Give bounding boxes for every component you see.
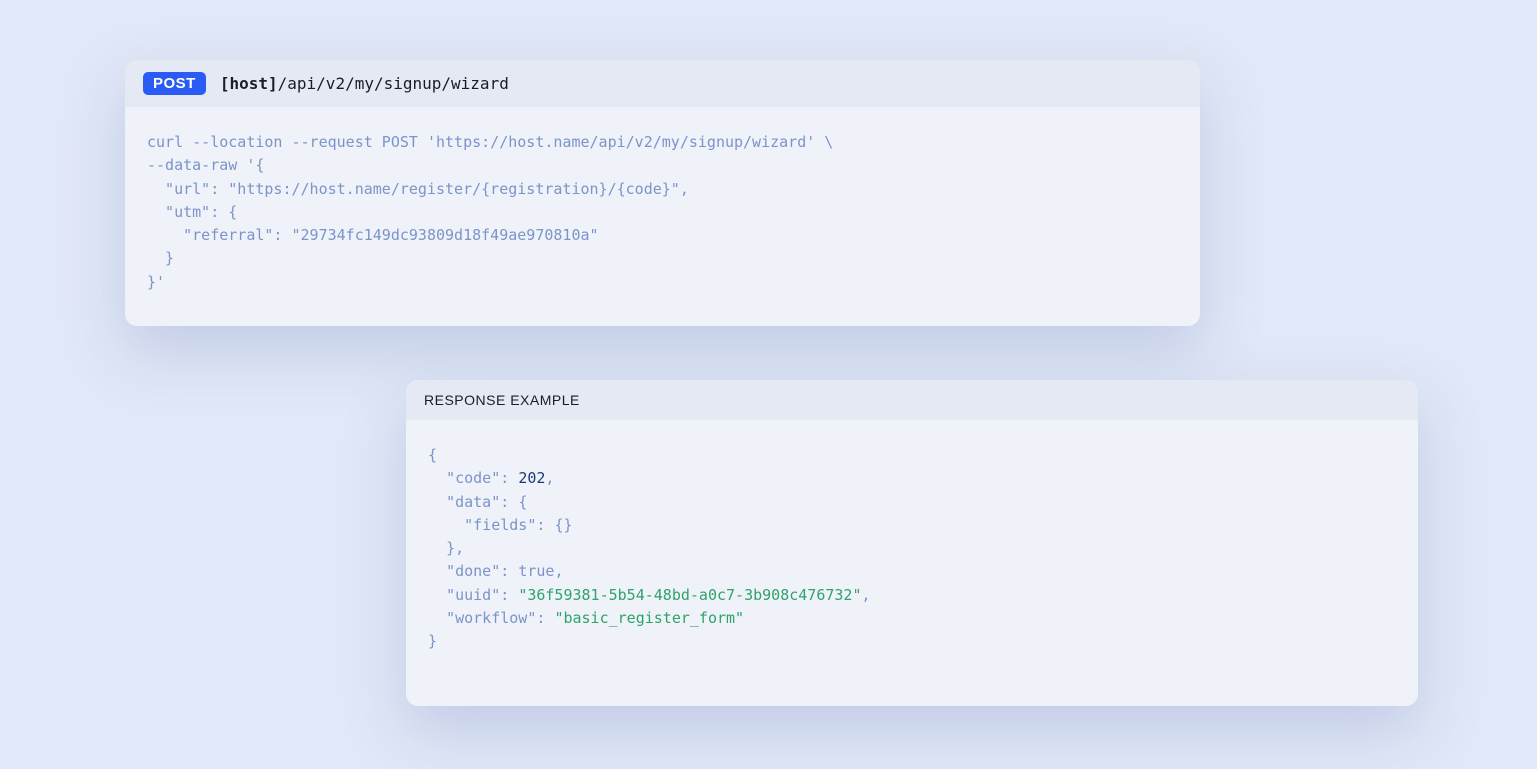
api-response-card: RESPONSE EXAMPLE { "code": 202, "data": … [406,380,1418,706]
response-json-code: { "code": 202, "data": { "fields": {} },… [406,420,1418,677]
endpoint-host: [host] [220,74,278,93]
request-curl-code: curl --location --request POST 'https://… [125,107,1200,318]
endpoint-route: /api/v2/my/signup/wizard [278,74,509,93]
response-header: RESPONSE EXAMPLE [406,380,1418,420]
response-header-label: RESPONSE EXAMPLE [424,392,580,408]
endpoint-path: [host]/api/v2/my/signup/wizard [220,74,509,93]
request-header: POST [host]/api/v2/my/signup/wizard [125,60,1200,107]
api-request-card: POST [host]/api/v2/my/signup/wizard curl… [125,60,1200,326]
http-method-badge: POST [143,72,206,95]
